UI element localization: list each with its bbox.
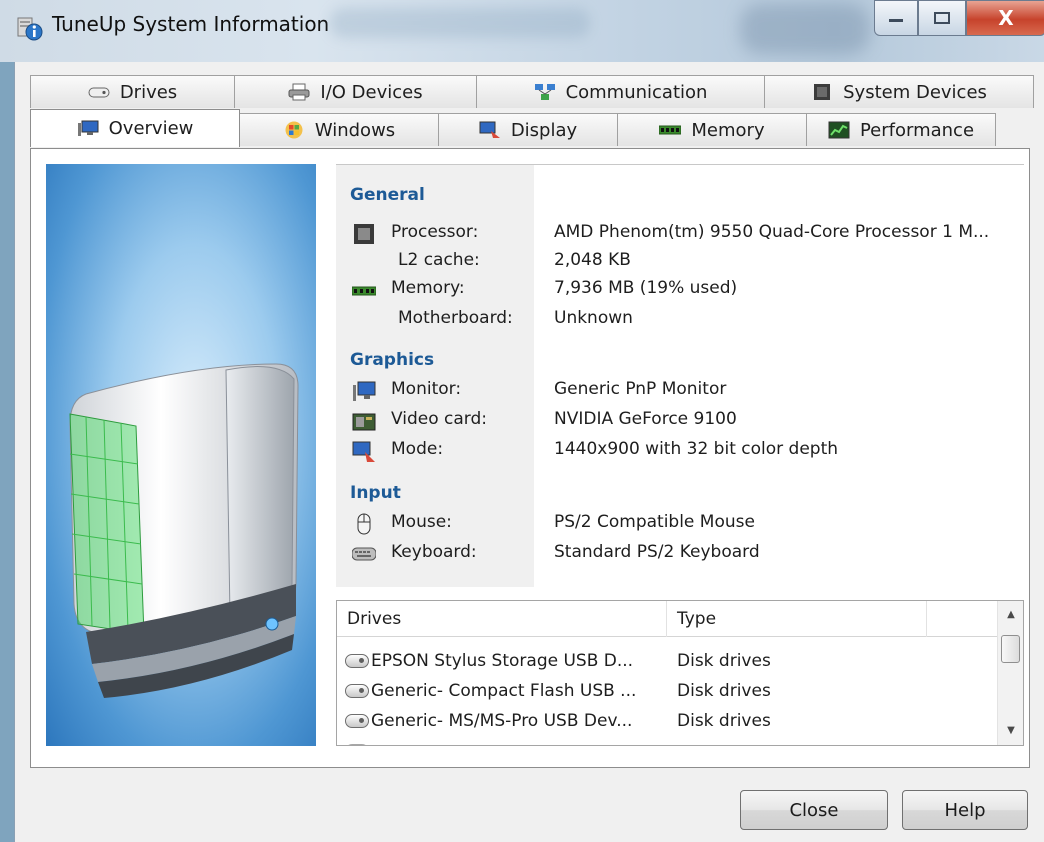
drive-type: Disk drives [677,681,771,701]
drive-name: EPSON Stylus Storage USB D... [371,651,634,671]
drive-type: Disk drives [677,651,771,671]
tab-label: Performance [859,119,975,141]
keyboard-icon [352,547,376,561]
list-item[interactable]: EPSON Stylus Storage USB D... Disk drive… [337,647,997,677]
display-icon [479,121,500,138]
drive-icon [88,87,110,98]
memory-label: Memory: [391,278,465,298]
tab-label: Drives [119,81,178,103]
motherboard-value: Unknown [554,308,633,328]
video-card-value: NVIDIA GeForce 9100 [554,409,737,429]
motherboard-label: Motherboard: [398,308,513,328]
windows-logo-icon [285,121,303,139]
display-mode-icon [352,441,375,462]
minimize-icon [889,19,903,22]
minimize-button[interactable] [874,0,918,36]
drive-type: Disk drives [677,711,771,731]
drive-icon [345,684,369,698]
section-general-heading: General [350,185,425,205]
tab-label: System Devices [843,81,987,103]
tab-drives[interactable]: Drives [30,75,235,108]
close-button[interactable]: Close [740,790,888,830]
drives-list[interactable]: Drives Type EPSON Stylus Storage USB D..… [336,600,1024,746]
list-item[interactable]: Generic- MS/MS-Pro USB Dev... Disk drive… [337,707,997,737]
tuneup-system-information-window: TuneUp System Information X Drives I/O D… [0,0,1044,842]
performance-icon [828,121,850,139]
monitor-label: Monitor: [391,379,462,399]
chip-icon [814,84,831,100]
video-card-label: Video card: [391,409,488,429]
mouse-value: PS/2 Compatible Mouse [554,512,755,532]
mode-label: Mode: [391,439,444,459]
tab-label: Display [510,119,578,141]
drive-icon [345,654,369,668]
maximize-button[interactable] [918,0,966,36]
window-controls: X [874,0,1044,40]
scrollbar-thumb[interactable] [1001,635,1020,663]
tab-row-back: Drives I/O Devices Communication System … [30,75,1034,108]
tab-system-devices[interactable]: System Devices [764,75,1034,108]
tab-label: Overview [108,118,194,139]
drive-icon [345,714,369,728]
memory-icon [352,286,376,296]
network-icon [534,84,555,100]
tab-display[interactable]: Display [438,113,618,146]
mouse-icon [357,513,371,535]
scroll-up-icon[interactable]: ▲ [998,603,1023,627]
drive-icon [345,744,369,745]
system-overview-info: General Processor: AMD Phenom(tm) 9550 Q… [336,164,1024,587]
tab-performance[interactable]: Performance [806,113,996,146]
list-item-partial[interactable] [337,737,997,745]
tab-io-devices[interactable]: I/O Devices [234,75,477,108]
tab-windows[interactable]: Windows [239,113,439,146]
mode-value: 1440x900 with 32 bit color depth [554,439,839,459]
drives-list-header: Drives Type [337,601,997,637]
l2-cache-label: L2 cache: [398,250,480,270]
window-left-border [0,62,14,842]
drives-list-scrollbar[interactable]: ▲ ▼ [997,601,1023,745]
column-header-drives[interactable]: Drives [337,601,667,637]
section-input-heading: Input [350,483,401,503]
app-info-icon [17,17,43,41]
background-blur [740,4,870,54]
close-icon: X [998,6,1014,30]
monitor-value: Generic PnP Monitor [554,379,727,399]
section-graphics-heading: Graphics [350,350,435,370]
help-button[interactable]: Help [902,790,1028,830]
memory-icon [659,125,682,135]
drive-name: Generic- MS/MS-Pro USB Dev... [371,711,633,731]
video-card-icon [352,413,376,431]
window-title: TuneUp System Information [52,12,330,36]
tab-label: Communication [565,81,708,103]
monitor-icon [353,381,376,401]
processor-value: AMD Phenom(tm) 9550 Quad-Core Processor … [554,222,990,242]
list-item[interactable]: Generic- Compact Flash USB ... Disk driv… [337,677,997,707]
memory-value: 7,936 MB (19% used) [554,278,738,298]
keyboard-label: Keyboard: [391,542,477,562]
tab-communication[interactable]: Communication [476,75,765,108]
keyboard-value: Standard PS/2 Keyboard [554,542,760,562]
tab-label: Windows [314,119,396,141]
title-bar[interactable]: TuneUp System Information X [0,0,1044,62]
tab-label: I/O Devices [320,81,423,103]
l2-cache-value: 2,048 KB [554,250,631,270]
drive-name: Generic- Compact Flash USB ... [371,681,637,701]
monitor-icon [77,120,99,136]
processor-icon [354,224,374,244]
scroll-down-icon[interactable]: ▼ [998,719,1023,743]
tab-label: Memory [691,119,765,141]
pc-tower-image [69,363,299,698]
computer-tower-illustration [46,164,316,746]
tab-row-front: Overview Windows Display Memory Performa… [30,109,996,147]
maximize-icon [934,12,950,24]
close-window-button[interactable]: X [966,0,1044,36]
processor-label: Processor: [391,222,479,242]
mouse-label: Mouse: [391,512,452,532]
tab-overview[interactable]: Overview [30,109,240,147]
column-header-type[interactable]: Type [667,601,927,637]
background-blur [330,8,590,38]
printer-icon [288,83,310,101]
tab-memory[interactable]: Memory [617,113,807,146]
